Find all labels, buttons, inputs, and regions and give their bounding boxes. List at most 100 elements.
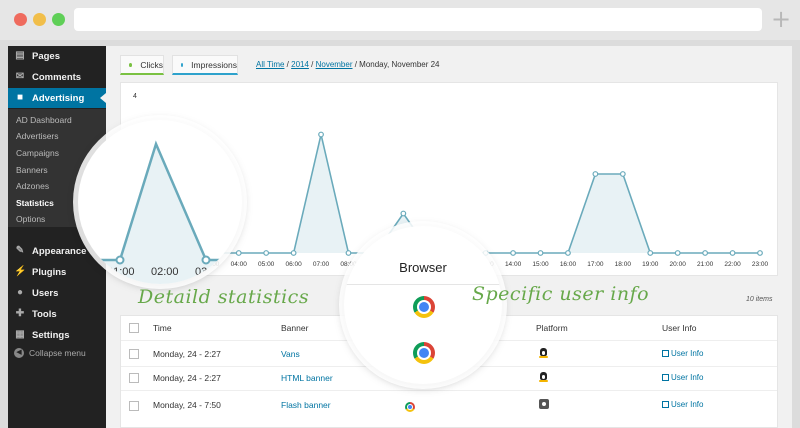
magnified-point — [201, 255, 211, 265]
external-link-icon — [662, 350, 669, 357]
x-tick-label: 20:00 — [670, 261, 687, 268]
user-info-link[interactable]: User Info — [662, 349, 703, 358]
user-info-link[interactable]: User Info — [662, 373, 703, 382]
chart-point — [235, 250, 242, 256]
column-header-banner[interactable]: Banner — [281, 323, 308, 333]
chart-point — [729, 250, 736, 256]
chart-point — [702, 250, 709, 256]
tools-icon: ✚ — [15, 308, 25, 319]
clicks-bullet-icon — [129, 62, 133, 67]
chart-point — [290, 250, 297, 256]
close-window-dot[interactable] — [14, 13, 27, 26]
select-all-checkbox[interactable] — [129, 323, 139, 333]
submenu-item-statistics[interactable]: Statistics — [16, 198, 54, 208]
sidebar-item-label: Comments — [32, 71, 82, 83]
new-tab-icon[interactable]: + — [771, 7, 791, 31]
submenu-item-options[interactable]: Options — [16, 214, 45, 224]
user-info-label: User Info — [671, 349, 704, 358]
sidebar-item-comments[interactable]: ✉ Comments — [8, 67, 106, 87]
x-tick-label: 04:00 — [231, 261, 248, 268]
submenu-item-adzones[interactable]: Adzones — [16, 181, 49, 191]
sidebar-item-users[interactable]: ● Users — [8, 283, 106, 303]
x-tick-label: 07:00 — [313, 261, 330, 268]
row-time: Monday, 24 - 2:27 — [153, 373, 221, 383]
sidebar-item-label: Settings — [32, 329, 70, 341]
sidebar-item-label: Pages — [32, 50, 60, 62]
browser-magnifier: Browser — [344, 226, 502, 384]
column-header-time[interactable]: Time — [153, 323, 172, 333]
collapse-icon: ◀ — [14, 348, 24, 358]
external-link-icon — [662, 374, 669, 381]
chrome-icon — [413, 296, 435, 318]
tab-label: Impressions — [191, 59, 237, 70]
x-tick-label: 22:00 — [724, 261, 741, 268]
user-info-link[interactable]: User Info — [662, 400, 703, 409]
magnified-tick-label: 01:00 — [107, 266, 135, 278]
row-checkbox[interactable] — [129, 349, 139, 359]
chrome-icon — [405, 402, 415, 412]
appearance-icon: ✎ — [15, 245, 25, 256]
breadcrumb-year[interactable]: 2014 — [291, 60, 309, 69]
y-tick-label: 4 — [133, 93, 137, 100]
annotation-detailed-statistics: Detaild statistics — [138, 286, 310, 308]
chart-point — [565, 250, 571, 256]
maximize-window-dot[interactable] — [52, 13, 65, 26]
minimize-window-dot[interactable] — [33, 13, 46, 26]
sidebar-item-advertising[interactable]: ■ Advertising — [8, 88, 106, 108]
sidebar-item-pages[interactable]: ▤ Pages — [8, 46, 106, 66]
x-tick-label: 17:00 — [587, 261, 604, 268]
row-checkbox[interactable] — [129, 401, 139, 411]
breadcrumb-separator: / — [308, 60, 316, 69]
x-tick-label: 06:00 — [285, 261, 302, 268]
x-tick-label: 15:00 — [532, 261, 549, 268]
sidebar-item-plugins[interactable]: ⚡ Plugins — [8, 262, 106, 282]
collapse-menu-button[interactable]: ◀ Collapse menu — [14, 348, 86, 358]
submenu-item-ad-dashboard[interactable]: AD Dashboard — [16, 115, 72, 125]
row-divider — [121, 390, 777, 391]
chart-point — [345, 250, 352, 256]
comments-icon: ✉ — [15, 71, 25, 82]
column-header-platform[interactable]: Platform — [536, 323, 568, 333]
linux-icon — [539, 348, 548, 358]
x-tick-label: 23:00 — [752, 261, 769, 268]
row-time: Monday, 24 - 2:27 — [153, 349, 221, 359]
sidebar-item-tools[interactable]: ✚ Tools — [8, 304, 106, 324]
sidebar-item-settings[interactable]: ▦ Settings — [8, 325, 106, 345]
external-link-icon — [662, 401, 669, 408]
tab-clicks[interactable]: Clicks — [120, 55, 164, 75]
user-info-label: User Info — [671, 400, 704, 409]
submenu-item-advertisers[interactable]: Advertisers — [16, 131, 59, 141]
x-tick-label: 21:00 — [697, 261, 714, 268]
chart-point — [400, 210, 407, 217]
row-banner-link[interactable]: Vans — [281, 349, 300, 359]
browser-chrome: + — [0, 0, 800, 40]
chart-point — [592, 171, 599, 177]
chrome-icon — [413, 342, 435, 364]
submenu-item-campaigns[interactable]: Campaigns — [16, 148, 59, 158]
address-bar[interactable] — [74, 8, 762, 31]
magnified-browser-header: Browser — [399, 260, 447, 275]
chart-point — [757, 250, 763, 256]
chart-point — [674, 250, 681, 256]
x-tick-label: 18:00 — [615, 261, 632, 268]
breadcrumb-all-time[interactable]: All Time — [256, 60, 284, 69]
chart-point — [647, 250, 654, 256]
row-banner-link[interactable]: Flash banner — [281, 400, 331, 410]
items-count: 10 items — [746, 296, 773, 303]
row-time: Monday, 24 - 7:50 — [153, 400, 221, 410]
sidebar-item-label: Tools — [32, 308, 57, 320]
row-banner-link[interactable]: HTML banner — [281, 373, 333, 383]
tab-impressions[interactable]: Impressions — [172, 55, 238, 75]
sidebar-item-label: Plugins — [32, 266, 67, 278]
settings-icon: ▦ — [15, 329, 25, 340]
column-header-user-info[interactable]: User Info — [662, 323, 697, 333]
submenu-item-banners[interactable]: Banners — [16, 165, 48, 175]
row-checkbox[interactable] — [129, 373, 139, 383]
users-icon: ● — [16, 287, 24, 298]
magnified-tick-label: 02:00 — [151, 266, 179, 278]
x-tick-label: 05:00 — [258, 261, 275, 268]
impressions-bullet-icon — [181, 62, 184, 67]
magnified-tick-label: 03:00 — [195, 266, 223, 278]
x-tick-label: 14:00 — [505, 261, 522, 268]
breadcrumb-month[interactable]: November — [316, 60, 353, 69]
